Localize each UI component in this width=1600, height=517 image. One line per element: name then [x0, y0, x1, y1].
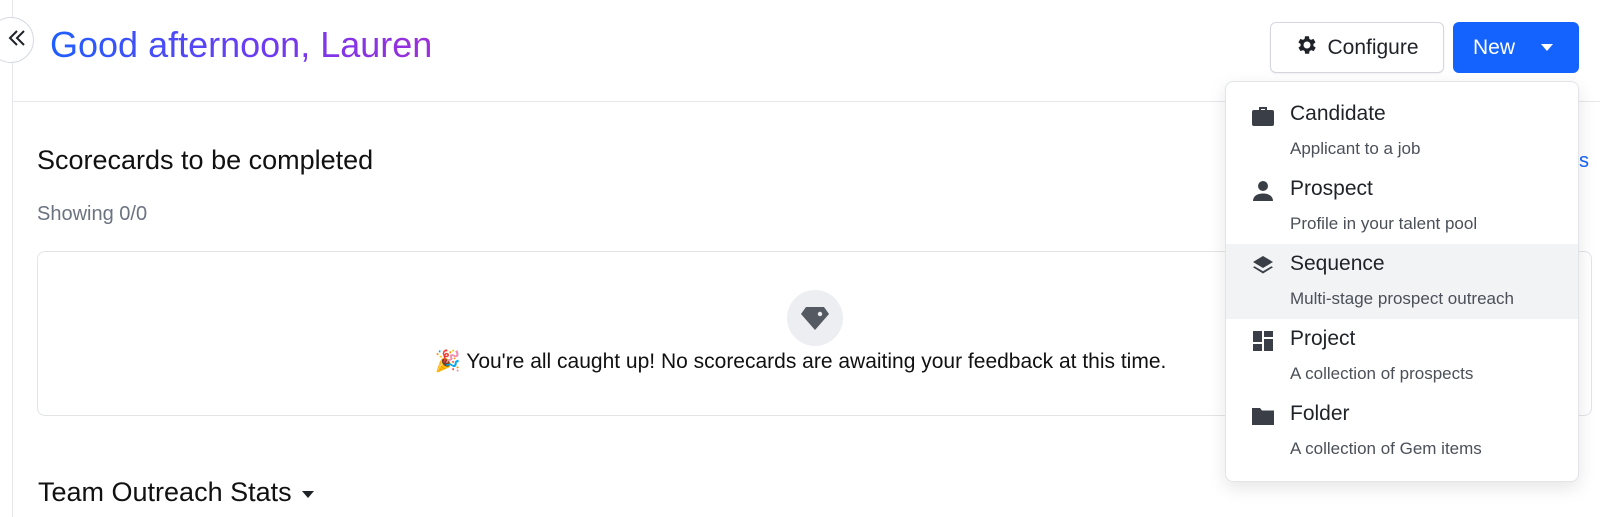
view-all-link[interactable]: s: [1579, 150, 1589, 173]
new-label: New: [1473, 35, 1516, 59]
team-outreach-stats-dropdown[interactable]: Team Outreach Stats: [38, 477, 314, 508]
briefcase-icon: [1250, 103, 1276, 129]
configure-button[interactable]: Configure: [1270, 22, 1444, 73]
gem-icon: [787, 290, 843, 346]
double-chevron-left-icon: [6, 27, 28, 54]
collapse-sidebar-button[interactable]: [0, 17, 34, 63]
new-button[interactable]: New: [1453, 22, 1579, 73]
left-rail: [0, 0, 13, 517]
scorecards-section-title: Scorecards to be completed: [37, 145, 374, 175]
menu-item-description: Multi-stage prospect outreach: [1290, 289, 1514, 308]
scorecards-count: Showing 0/0: [37, 203, 148, 225]
caret-down-icon: [301, 491, 314, 498]
menu-item-folder[interactable]: Folder A collection of Gem items: [1226, 394, 1578, 469]
menu-item-description: Applicant to a job: [1290, 139, 1421, 158]
greeting-title: Good afternoon, Lauren: [50, 22, 432, 68]
team-stats-title: Team Outreach Stats: [38, 477, 292, 507]
person-icon: [1250, 178, 1276, 204]
menu-item-description: A collection of Gem items: [1290, 439, 1482, 458]
menu-item-candidate[interactable]: Candidate Applicant to a job: [1226, 94, 1578, 169]
menu-item-label: Prospect: [1290, 177, 1373, 200]
empty-state-text: 🎉 You're all caught up! No scorecards ar…: [434, 350, 1167, 373]
menu-item-description: A collection of prospects: [1290, 364, 1474, 383]
configure-label: Configure: [1327, 35, 1419, 59]
gear-icon: [1295, 33, 1319, 63]
caret-down-icon: [1541, 44, 1554, 51]
new-dropdown-menu: Candidate Applicant to a job Prospect Pr…: [1225, 81, 1579, 482]
menu-item-label: Project: [1290, 327, 1356, 350]
folder-icon: [1250, 403, 1276, 429]
menu-item-sequence[interactable]: Sequence Multi-stage prospect outreach: [1226, 244, 1578, 319]
menu-item-prospect[interactable]: Prospect Profile in your talent pool: [1226, 169, 1578, 244]
menu-item-label: Folder: [1290, 402, 1350, 425]
menu-item-label: Sequence: [1290, 252, 1385, 275]
menu-item-label: Candidate: [1290, 102, 1386, 125]
menu-item-project[interactable]: Project A collection of prospects: [1226, 319, 1578, 394]
layers-icon: [1250, 253, 1276, 279]
menu-item-description: Profile in your talent pool: [1290, 214, 1478, 233]
dashboard-icon: [1250, 328, 1276, 354]
